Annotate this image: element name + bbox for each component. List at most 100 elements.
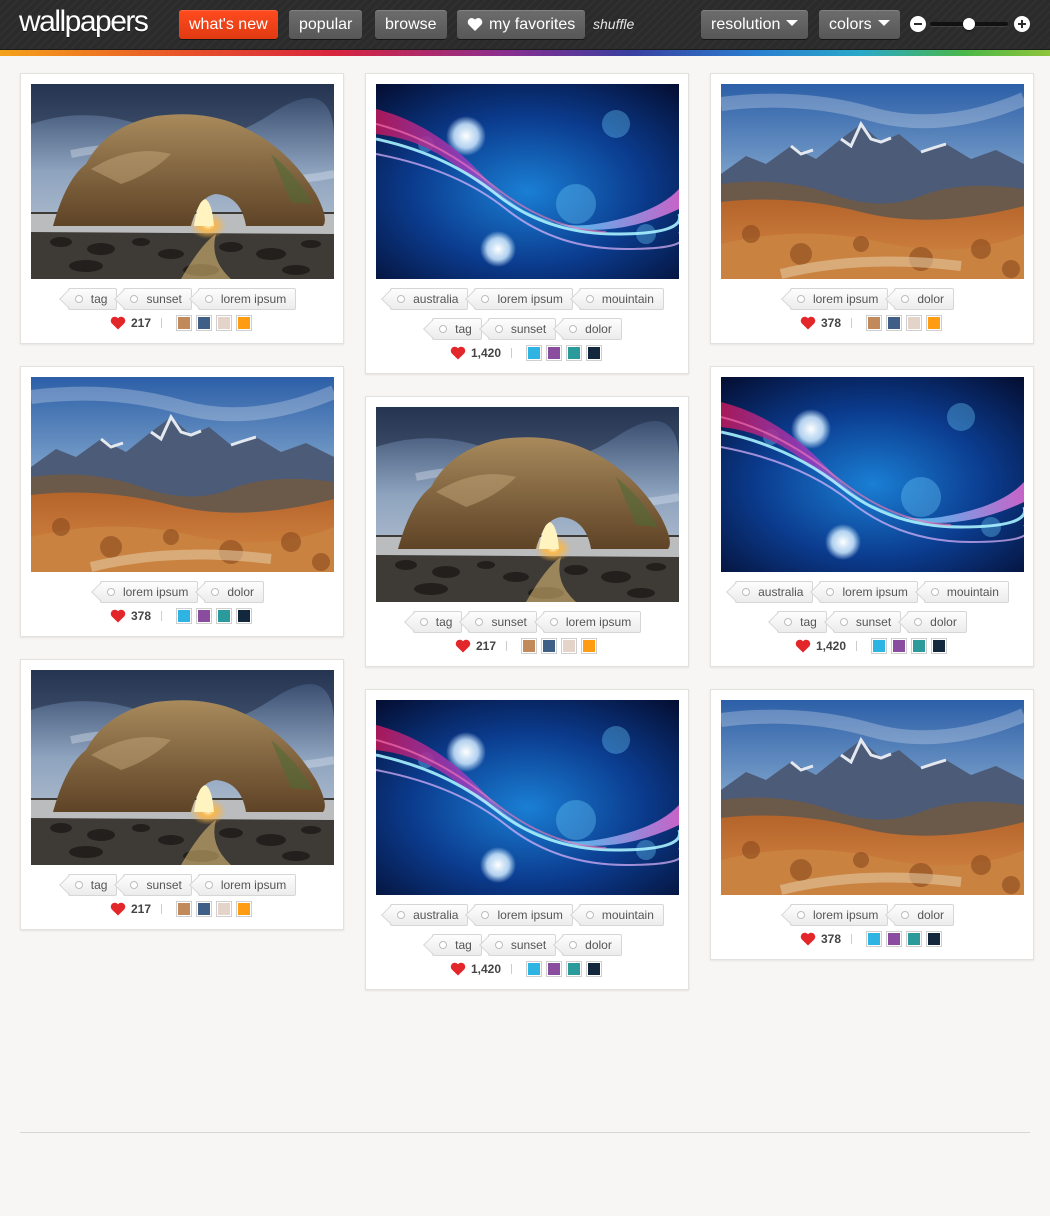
tag-chip[interactable]: lorem ipsum <box>542 611 642 633</box>
wallpaper-card[interactable]: australia lorem ipsum mouintain tag sunset do… <box>365 73 689 374</box>
color-swatch[interactable] <box>867 316 882 330</box>
tag-chip[interactable]: mouintain <box>578 904 664 926</box>
zoom-slider-handle[interactable] <box>963 18 975 30</box>
color-swatch[interactable] <box>587 346 602 360</box>
site-logo[interactable]: wallpapers <box>19 5 149 39</box>
wallpaper-thumbnail[interactable] <box>376 407 679 602</box>
wallpaper-card[interactable]: lorem ipsum dolor 378 <box>20 366 344 637</box>
tag-chip[interactable]: lorem ipsum <box>474 288 573 310</box>
heart-icon[interactable] <box>110 316 126 330</box>
color-swatch[interactable] <box>527 346 542 360</box>
color-swatch[interactable] <box>522 639 537 653</box>
wallpaper-thumbnail[interactable] <box>376 700 679 895</box>
tag-chip[interactable]: tag <box>432 318 482 340</box>
color-swatch[interactable] <box>887 932 902 946</box>
nav-whats-new-button[interactable]: what's new <box>179 10 278 39</box>
color-swatch[interactable] <box>542 639 557 653</box>
tag-chip[interactable]: tag <box>432 934 482 956</box>
wallpaper-image[interactable] <box>31 84 334 279</box>
tag-chip[interactable]: australia <box>390 288 469 310</box>
wallpaper-image[interactable] <box>721 84 1024 279</box>
wallpaper-thumbnail[interactable] <box>721 700 1024 895</box>
wallpaper-image[interactable] <box>376 700 679 895</box>
shuffle-link[interactable]: shuffle <box>593 16 634 32</box>
heart-icon[interactable] <box>800 316 816 330</box>
color-swatch[interactable] <box>912 639 927 653</box>
tag-chip[interactable]: mouintain <box>578 288 664 310</box>
color-swatch[interactable] <box>932 639 947 653</box>
color-swatch[interactable] <box>197 316 212 330</box>
wallpaper-image[interactable] <box>31 377 334 572</box>
color-swatch[interactable] <box>582 639 597 653</box>
nav-popular-button[interactable]: popular <box>289 10 363 39</box>
wallpaper-thumbnail[interactable] <box>376 84 679 279</box>
tag-chip[interactable]: dolor <box>562 318 622 340</box>
color-swatch[interactable] <box>237 609 252 623</box>
wallpaper-card[interactable]: tag sunset lorem ipsum 217 <box>20 659 344 930</box>
heart-icon[interactable] <box>110 609 126 623</box>
color-swatch[interactable] <box>217 609 232 623</box>
wallpaper-thumbnail[interactable] <box>31 670 334 865</box>
color-swatch[interactable] <box>872 639 887 653</box>
tag-chip[interactable]: dolor <box>894 904 955 926</box>
tag-chip[interactable]: lorem ipsum <box>197 288 297 310</box>
tag-chip[interactable]: mouintain <box>923 581 1009 603</box>
wallpaper-card[interactable]: tag sunset lorem ipsum 217 <box>365 396 689 667</box>
tag-chip[interactable]: tag <box>67 874 118 896</box>
color-swatch[interactable] <box>567 346 582 360</box>
color-swatch[interactable] <box>197 902 212 916</box>
color-swatch[interactable] <box>547 962 562 976</box>
color-swatch[interactable] <box>217 316 232 330</box>
tag-chip[interactable]: australia <box>390 904 469 926</box>
nav-my-favorites-button[interactable]: my favorites <box>457 10 586 39</box>
color-swatch[interactable] <box>237 902 252 916</box>
tag-chip[interactable]: sunset <box>123 874 192 896</box>
tag-chip[interactable]: lorem ipsum <box>474 904 573 926</box>
wallpaper-card[interactable]: australia lorem ipsum mouintain tag sunset do… <box>365 689 689 990</box>
tag-chip[interactable]: lorem ipsum <box>789 288 889 310</box>
wallpaper-image[interactable] <box>721 700 1024 895</box>
wallpaper-thumbnail[interactable] <box>31 84 334 279</box>
wallpaper-thumbnail[interactable] <box>721 84 1024 279</box>
tag-chip[interactable]: dolor <box>894 288 955 310</box>
tag-chip[interactable]: lorem ipsum <box>197 874 297 896</box>
zoom-in-icon[interactable] <box>1014 16 1030 32</box>
color-swatch[interactable] <box>237 316 252 330</box>
tag-chip[interactable]: lorem ipsum <box>99 581 199 603</box>
tag-chip[interactable]: sunset <box>468 611 537 633</box>
heart-icon[interactable] <box>795 639 811 653</box>
color-swatch[interactable] <box>567 962 582 976</box>
wallpaper-thumbnail[interactable] <box>31 377 334 572</box>
heart-icon[interactable] <box>450 962 466 976</box>
tag-chip[interactable]: sunset <box>832 611 902 633</box>
tag-chip[interactable]: tag <box>777 611 827 633</box>
tag-chip[interactable]: lorem ipsum <box>819 581 918 603</box>
wallpaper-card[interactable]: lorem ipsum dolor 378 <box>710 689 1034 960</box>
tag-chip[interactable]: sunset <box>123 288 192 310</box>
wallpaper-image[interactable] <box>376 84 679 279</box>
tag-chip[interactable]: dolor <box>562 934 622 956</box>
heart-icon[interactable] <box>455 639 471 653</box>
wallpaper-card[interactable]: tag sunset lorem ipsum 217 <box>20 73 344 344</box>
wallpaper-image[interactable] <box>376 407 679 602</box>
wallpaper-card[interactable]: lorem ipsum dolor 378 <box>710 73 1034 344</box>
heart-icon[interactable] <box>800 932 816 946</box>
tag-chip[interactable]: sunset <box>487 318 557 340</box>
tag-chip[interactable]: dolor <box>907 611 967 633</box>
wallpaper-image[interactable] <box>31 670 334 865</box>
tag-chip[interactable]: tag <box>67 288 118 310</box>
heart-icon[interactable] <box>450 346 466 360</box>
heart-icon[interactable] <box>110 902 126 916</box>
colors-dropdown[interactable]: colors <box>819 10 900 39</box>
color-swatch[interactable] <box>927 932 942 946</box>
tag-chip[interactable]: lorem ipsum <box>789 904 889 926</box>
color-swatch[interactable] <box>892 639 907 653</box>
color-swatch[interactable] <box>177 609 192 623</box>
wallpaper-image[interactable] <box>721 377 1024 572</box>
color-swatch[interactable] <box>547 346 562 360</box>
color-swatch[interactable] <box>587 962 602 976</box>
color-swatch[interactable] <box>867 932 882 946</box>
color-swatch[interactable] <box>197 609 212 623</box>
tag-chip[interactable]: dolor <box>204 581 265 603</box>
tag-chip[interactable]: tag <box>412 611 463 633</box>
